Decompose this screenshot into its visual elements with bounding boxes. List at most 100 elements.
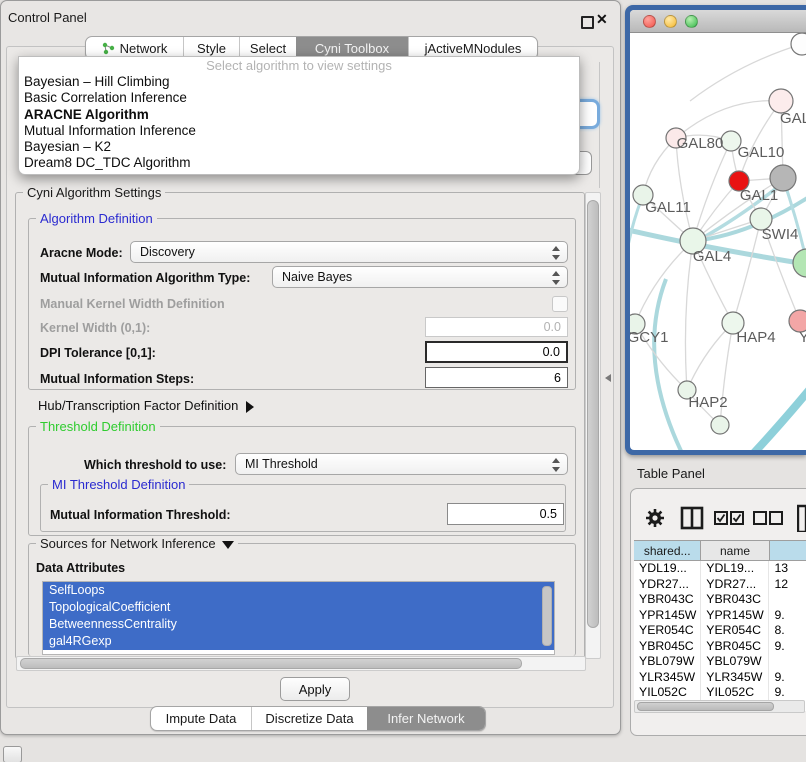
network-node-top-edge[interactable] bbox=[791, 33, 806, 55]
close-icon[interactable]: ✕ bbox=[596, 11, 608, 28]
tab-infer-network[interactable]: Infer Network bbox=[367, 707, 485, 730]
scrollbar-thumb[interactable] bbox=[637, 702, 774, 711]
gear-icon[interactable] bbox=[645, 508, 665, 528]
table-cell[interactable]: YER054C bbox=[634, 623, 701, 639]
kernel-width-field[interactable]: 0.0 bbox=[425, 317, 568, 337]
hidden-panel-edge bbox=[599, 62, 600, 188]
table-cell[interactable]: YDR27... bbox=[634, 577, 701, 593]
table-column-header[interactable]: name bbox=[701, 541, 769, 560]
data-attribute-item[interactable]: TopologicalCoefficient bbox=[43, 599, 554, 616]
table-cell[interactable]: YBR045C bbox=[701, 639, 769, 655]
table-cell[interactable]: 9. bbox=[769, 608, 806, 624]
table-horizontal-scrollbar[interactable] bbox=[634, 700, 805, 713]
tab-impute-data[interactable]: Impute Data bbox=[151, 707, 251, 730]
mi-type-label: Mutual Information Algorithm Type: bbox=[40, 271, 250, 285]
data-attributes-label: Data Attributes bbox=[36, 561, 125, 575]
cyni-mode-tabs: Impute Data Discretize Data Infer Networ… bbox=[150, 706, 486, 731]
data-attribute-item[interactable]: SelfLoops bbox=[43, 582, 554, 599]
cyni-settings-title: Cyni Algorithm Settings bbox=[23, 185, 165, 200]
algorithm-option[interactable]: Bayesian – K2 bbox=[19, 139, 579, 155]
network-node-label: GAL1 bbox=[740, 187, 778, 204]
expand-arrow-icon bbox=[246, 401, 254, 413]
settings-horizontal-scrollbar[interactable] bbox=[16, 656, 586, 671]
table-cell[interactable]: 12 bbox=[769, 577, 806, 593]
dpi-tolerance-field[interactable]: 0.0 bbox=[425, 341, 568, 363]
data-attribute-item[interactable]: gal4RGexp bbox=[43, 633, 554, 650]
table-cell[interactable]: YIL052C bbox=[634, 685, 701, 701]
table-cell[interactable]: YLR345W bbox=[701, 670, 769, 686]
table-cell[interactable]: 9. bbox=[769, 670, 806, 686]
table-cell[interactable]: YIL052C bbox=[701, 685, 769, 701]
control-panel-titlebar[interactable]: Control Panel ✕ bbox=[0, 0, 619, 26]
zoom-traffic-light-icon[interactable] bbox=[685, 15, 698, 28]
kernel-width-label: Kernel Width (0,1): bbox=[40, 321, 150, 335]
table-cell[interactable] bbox=[769, 654, 806, 670]
table-cell[interactable]: 9. bbox=[769, 639, 806, 655]
table-column-header[interactable] bbox=[770, 541, 806, 560]
table-cell[interactable]: YBR043C bbox=[634, 592, 701, 608]
table-row[interactable]: YLR345WYLR345W9. bbox=[634, 670, 806, 686]
table-row[interactable]: YBL079WYBL079W bbox=[634, 654, 806, 670]
table-row[interactable]: YBR043CYBR043C bbox=[634, 592, 806, 608]
manual-kernel-checkbox[interactable] bbox=[552, 296, 568, 312]
table-cell[interactable]: YER054C bbox=[701, 623, 769, 639]
aracne-mode-select[interactable]: Discovery bbox=[130, 241, 568, 263]
unchecked-columns-icon[interactable] bbox=[753, 511, 783, 526]
table-cell[interactable]: YBL079W bbox=[701, 654, 769, 670]
network-node-hap2-lower[interactable] bbox=[711, 416, 729, 434]
table-row[interactable]: YER054CYER054C8. bbox=[634, 623, 806, 639]
table-cell[interactable]: 8. bbox=[769, 623, 806, 639]
network-graph[interactable]: GALGAL80GAL10GAL11GAL1SWI4GAL4GCY1HAP4YH… bbox=[630, 33, 806, 450]
table-cell[interactable]: YPR145W bbox=[634, 608, 701, 624]
apply-button[interactable]: Apply bbox=[280, 677, 350, 701]
algorithm-option[interactable]: Dream8 DC_TDC Algorithm bbox=[19, 155, 579, 171]
table-row[interactable]: YPR145WYPR145W9. bbox=[634, 608, 806, 624]
table-cell[interactable]: YDR27... bbox=[701, 577, 769, 593]
network-node-label: GAL bbox=[780, 110, 806, 127]
algorithm-option[interactable]: Mutual Information Inference bbox=[19, 123, 579, 139]
minimize-traffic-light-icon[interactable] bbox=[664, 15, 677, 28]
scrollbar-thumb[interactable] bbox=[587, 200, 599, 628]
algorithm-option[interactable]: Basic Correlation Inference bbox=[19, 90, 579, 106]
table-cell[interactable]: YLR345W bbox=[634, 670, 701, 686]
scrollbar-thumb[interactable] bbox=[20, 658, 522, 669]
table-row[interactable]: YDR27...YDR27...12 bbox=[634, 577, 806, 593]
table-column-header[interactable]: shared... bbox=[634, 541, 701, 560]
sources-title-toggle[interactable]: Sources for Network Inference bbox=[36, 536, 238, 551]
minimized-panel-icon[interactable] bbox=[3, 746, 22, 762]
table-cell[interactable]: YBL079W bbox=[634, 654, 701, 670]
mi-steps-field[interactable]: 6 bbox=[425, 367, 568, 388]
table-cell[interactable]: YBR043C bbox=[701, 592, 769, 608]
table-row[interactable]: YIL052CYIL052C9. bbox=[634, 685, 806, 701]
network-node-label: HAP2 bbox=[688, 394, 727, 411]
network-node-swi4[interactable] bbox=[793, 249, 806, 277]
splitpane-collapse-arrow[interactable] bbox=[605, 374, 611, 382]
table-cell[interactable]: YDL19... bbox=[634, 561, 701, 577]
document-icon[interactable] bbox=[797, 504, 806, 532]
table-cell[interactable] bbox=[769, 592, 806, 608]
which-threshold-select[interactable]: MI Threshold bbox=[235, 453, 568, 475]
table-cell[interactable]: YPR145W bbox=[701, 608, 769, 624]
network-view-window: GALGAL80GAL10GAL11GAL1SWI4GAL4GCY1HAP4YH… bbox=[625, 5, 806, 455]
hub-definition-toggle[interactable]: Hub/Transcription Factor Definition bbox=[38, 398, 254, 413]
mi-type-select[interactable]: Naive Bayes bbox=[272, 266, 568, 288]
close-traffic-light-icon[interactable] bbox=[643, 15, 656, 28]
table-cell[interactable]: 13 bbox=[769, 561, 806, 577]
network-window-titlebar[interactable] bbox=[630, 10, 806, 33]
settings-vertical-scrollbar[interactable] bbox=[585, 192, 601, 659]
table-cell[interactable]: 9. bbox=[769, 685, 806, 701]
mi-threshold-field[interactable]: 0.5 bbox=[447, 503, 564, 525]
checked-columns-icon[interactable] bbox=[714, 511, 744, 526]
table-cell[interactable]: YDL19... bbox=[701, 561, 769, 577]
table-row[interactable]: YBR045CYBR045C9. bbox=[634, 639, 806, 655]
algorithm-option[interactable]: Bayesian – Hill Climbing bbox=[19, 74, 579, 90]
manual-kernel-label: Manual Kernel Width Definition bbox=[40, 297, 225, 311]
float-window-icon[interactable] bbox=[581, 16, 594, 29]
table-row[interactable]: YDL19...YDL19...13 bbox=[634, 561, 806, 577]
split-columns-icon[interactable] bbox=[680, 506, 704, 530]
tab-discretize-data[interactable]: Discretize Data bbox=[251, 707, 367, 730]
table-cell[interactable]: YBR045C bbox=[634, 639, 701, 655]
data-attribute-item[interactable]: BetweennessCentrality bbox=[43, 616, 554, 633]
algorithm-option[interactable]: ARACNE Algorithm bbox=[19, 107, 579, 123]
list-scrollbar[interactable] bbox=[542, 586, 552, 646]
